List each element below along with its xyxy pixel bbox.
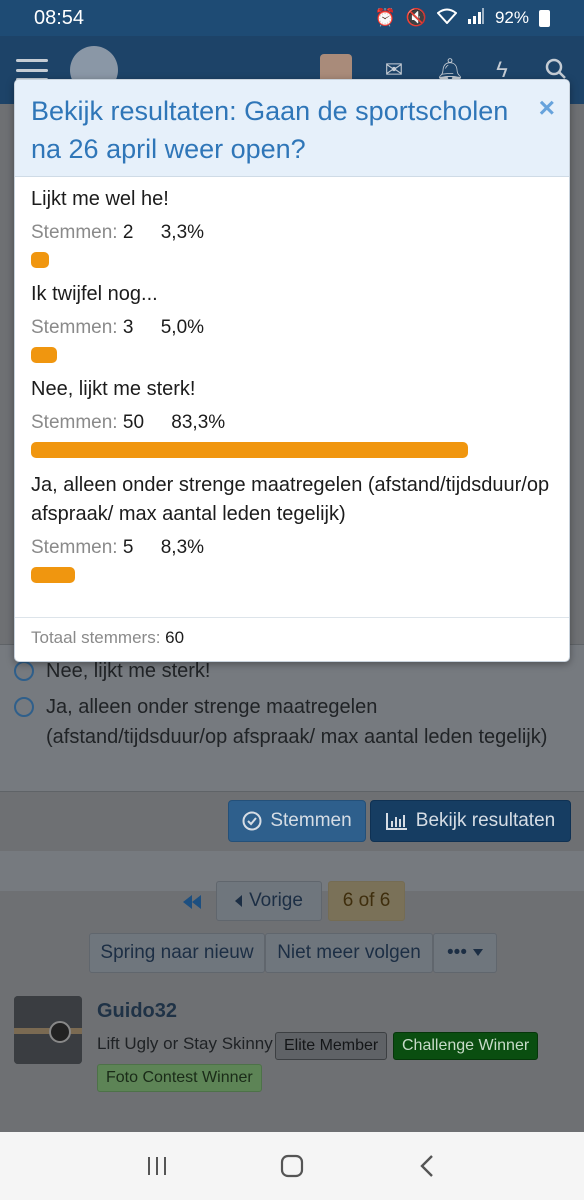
modal-title: Bekijk resultaten: Gaan de sportscholen … (31, 96, 509, 164)
caret-left-icon (235, 895, 243, 907)
battery-icon (539, 9, 550, 27)
modal-header: Bekijk resultaten: Gaan de sportscholen … (15, 80, 569, 177)
post-user-name[interactable]: Guido32 (97, 1000, 177, 1023)
recent-apps-icon[interactable] (137, 1151, 177, 1181)
poll-option-label: Nee, lijkt me sterk! (31, 378, 196, 400)
poll-result-item: Lijkt me wel he! Stemmen: 2 3,3% (31, 185, 553, 280)
status-icons: ⏰ 🔇 92% (374, 7, 550, 29)
total-voters-value: 60 (165, 628, 185, 647)
jump-to-new-button[interactable]: Spring naar nieuw (89, 933, 265, 973)
poll-option-stats: Stemmen: 50 83,3% (31, 410, 553, 436)
result-bar (31, 567, 75, 583)
previous-page-button[interactable]: Vorige (216, 881, 322, 921)
more-options-label: ••• (447, 942, 467, 963)
current-page-indicator: 6 of 6 (328, 881, 405, 921)
poll-results-modal: Bekijk resultaten: Gaan de sportscholen … (14, 79, 570, 662)
view-results-button[interactable]: Bekijk resultaten (370, 800, 571, 842)
votes-percent: 83,3% (171, 412, 226, 433)
result-bar (31, 442, 468, 458)
votes-count: 50 (122, 412, 145, 433)
result-bar (31, 252, 49, 268)
votes-count: 5 (122, 537, 134, 558)
menu-icon[interactable] (16, 59, 48, 81)
radio-icon[interactable] (14, 697, 34, 717)
bar-chart-icon (385, 813, 407, 830)
wifi-icon (436, 8, 458, 29)
votes-label: Stemmen: (31, 317, 118, 338)
poll-result-item: Nee, lijkt me sterk! Stemmen: 50 83,3% (31, 375, 553, 471)
check-circle-icon (242, 811, 262, 831)
system-nav-bar (0, 1132, 584, 1200)
background-poll-option[interactable]: Ja, alleen onder strenge maatregelen (af… (14, 692, 554, 752)
votes-percent: 3,3% (160, 222, 205, 243)
poll-option-stats: Stemmen: 5 8,3% (31, 535, 553, 561)
total-voters-label: Totaal stemmers: (31, 628, 161, 647)
poll-option-label: Lijkt me wel he! (31, 188, 169, 210)
previous-page-label: Vorige (249, 890, 303, 911)
result-bar-track (31, 567, 555, 583)
votes-label: Stemmen: (31, 537, 118, 558)
votes-label: Stemmen: (31, 412, 118, 433)
result-bar-track (31, 347, 555, 363)
poll-option-label: Ik twijfel nog... (31, 283, 158, 305)
votes-count: 2 (122, 222, 134, 243)
badge-challenge-winner: Challenge Winner (393, 1032, 539, 1060)
back-icon[interactable] (407, 1151, 447, 1181)
view-results-label: Bekijk resultaten (415, 810, 556, 831)
background-option-label: Ja, alleen onder strenge maatregelen (af… (46, 696, 548, 748)
votes-count: 3 (122, 317, 134, 338)
poll-result-item: Ja, alleen onder strenge maatregelen (af… (31, 471, 553, 621)
poll-result-item: Ik twijfel nog... Stemmen: 3 5,0% (31, 280, 553, 375)
jump-to-new-label: Spring naar nieuw (100, 942, 254, 963)
more-options-button[interactable]: ••• (433, 933, 497, 973)
votes-label: Stemmen: (31, 222, 118, 243)
votes-percent: 5,0% (160, 317, 205, 338)
status-time: 08:54 (34, 6, 85, 29)
unfollow-button[interactable]: Niet meer volgen (265, 933, 433, 973)
poll-option-stats: Stemmen: 3 5,0% (31, 315, 553, 341)
close-icon[interactable]: × (539, 94, 555, 122)
mute-icon: 🔇 (405, 8, 427, 27)
vote-button[interactable]: Stemmen (228, 800, 366, 842)
poll-results-list: Lijkt me wel he! Stemmen: 2 3,3% Ik twij… (15, 177, 569, 621)
current-page-label: 6 of 6 (342, 890, 391, 911)
caret-down-icon (472, 949, 483, 956)
signal-icon (467, 7, 485, 29)
modal-footer: Totaal stemmers: 60 (15, 617, 569, 661)
poll-option-label: Ja, alleen onder strenge maatregelen (af… (31, 474, 550, 525)
result-bar (31, 347, 58, 363)
radio-icon[interactable] (14, 661, 34, 681)
result-bar-track (31, 252, 555, 268)
first-page-icon[interactable] (180, 892, 204, 912)
votes-percent: 8,3% (160, 537, 205, 558)
unfollow-label: Niet meer volgen (277, 942, 421, 963)
badge-elite-member: Elite Member (275, 1032, 388, 1060)
badge-foto-contest-winner: Foto Contest Winner (97, 1064, 262, 1092)
alarm-icon: ⏰ (374, 8, 396, 27)
vote-button-label: Stemmen (270, 810, 352, 831)
status-bar: 08:54 ⏰ 🔇 92% (0, 0, 584, 36)
battery-percent: 92% (494, 8, 529, 27)
post-user-title: Lift Ugly or Stay Skinny (97, 1034, 273, 1053)
result-bar-track (31, 442, 555, 458)
post-user-card: Guido32 Lift Ugly or Stay Skinny Elite M… (0, 988, 584, 1108)
poll-option-stats: Stemmen: 2 3,3% (31, 220, 553, 246)
post-user-avatar[interactable] (14, 996, 82, 1064)
home-icon[interactable] (272, 1151, 312, 1181)
